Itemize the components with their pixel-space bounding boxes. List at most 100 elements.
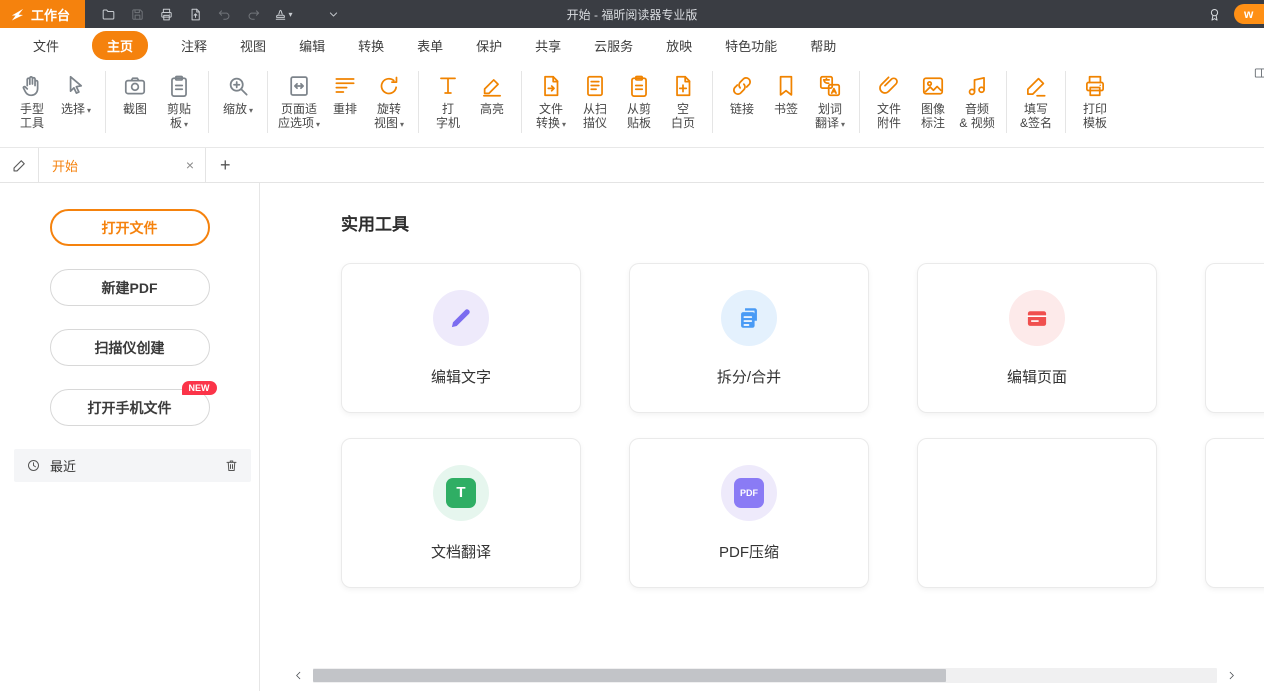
open-file-icon[interactable] — [95, 3, 122, 25]
clear-recent-icon[interactable] — [224, 458, 239, 473]
open-phone-file-button[interactable]: 打开手机文件NEW — [50, 389, 210, 426]
ribbon-separator — [712, 71, 713, 133]
ribbon-rotate-view[interactable]: 旋转视图▾ — [367, 68, 411, 133]
menu-help[interactable]: 帮助 — [810, 36, 836, 55]
ribbon-from-clipboard[interactable]: 从剪贴板 — [617, 68, 661, 131]
scroll-left-icon[interactable] — [292, 669, 305, 682]
from-clipboard-icon — [626, 69, 652, 102]
quick-pen-icon[interactable] — [0, 157, 38, 174]
ribbon-separator — [208, 71, 209, 133]
upgrade-button[interactable]: w — [1234, 4, 1264, 24]
menu-protect[interactable]: 保护 — [476, 36, 502, 55]
ribbon-file-attachment[interactable]: 文件附件 — [867, 68, 911, 131]
menu-features[interactable]: 特色功能 — [725, 36, 777, 55]
tab-label: 开始 — [52, 156, 78, 175]
tool-card-partial[interactable] — [1205, 438, 1264, 588]
split-merge-icon — [721, 290, 777, 346]
clock-icon — [26, 458, 41, 473]
ribbon-label: 文件附件 — [877, 102, 901, 130]
scanner-create-button[interactable]: 扫描仪创建 — [50, 329, 210, 366]
scrollbar-track[interactable] — [313, 668, 1217, 683]
menu-file[interactable]: 文件 — [33, 36, 59, 55]
tool-card-pdf-compress[interactable]: PDFPDF压缩 — [629, 438, 869, 588]
ribbon-clipboard[interactable]: 剪贴板▾ — [157, 68, 201, 133]
recent-files-row[interactable]: 最近 — [14, 449, 251, 482]
workspace-label: 工作台 — [31, 5, 70, 24]
ribbon-select[interactable]: 选择▾ — [54, 68, 98, 119]
tool-card-edit-pages[interactable]: 编辑页面 — [917, 263, 1157, 413]
menu-convert[interactable]: 转换 — [358, 36, 384, 55]
membership-icon[interactable] — [1207, 7, 1222, 22]
tool-card-label: 拆分/合并 — [717, 366, 781, 387]
ribbon-snapshot[interactable]: 截图 — [113, 68, 157, 117]
ribbon-zoom[interactable]: 缩放▾ — [216, 68, 260, 119]
ribbon-label: 重排 — [333, 102, 357, 116]
upgrade-label: w — [1244, 7, 1253, 21]
ribbon-label: 音频& 视频 — [959, 102, 994, 130]
tool-card-partial[interactable] — [917, 438, 1157, 588]
ribbon-print-template[interactable]: 打印模板 — [1073, 68, 1117, 131]
menu-view[interactable]: 视图 — [240, 36, 266, 55]
ribbon-label: 链接 — [730, 102, 754, 116]
foxit-reader-window: 工作台 ▾ 开始 - 福昕阅读器专业版 w 文件主页注释视图编辑转换表单保护共享… — [0, 0, 1264, 691]
ribbon-highlight[interactable]: 高亮 — [470, 68, 514, 117]
ribbon-label: 划词翻译▾ — [815, 102, 845, 132]
panel-icon[interactable] — [1253, 66, 1264, 80]
tools-grid: 编辑文字拆分/合并 编辑页面 WPDF转Word T文档翻译 PDFPDF压缩 — [341, 263, 1264, 588]
stamp-icon[interactable]: ▾ — [269, 3, 296, 25]
new-pdf-button[interactable]: 新建PDF — [50, 269, 210, 306]
ribbon-fill-sign[interactable]: 填写&签名 — [1014, 68, 1058, 131]
ribbon-from-scanner[interactable]: 从扫描仪 — [573, 68, 617, 131]
tool-card-pdf-to-word[interactable]: WPDF转Word — [1205, 263, 1264, 413]
print-template-icon — [1082, 69, 1108, 102]
clipboard-icon — [166, 69, 192, 102]
ribbon-link[interactable]: 链接 — [720, 68, 764, 117]
tab-close-icon[interactable]: × — [186, 158, 194, 172]
scroll-right-icon[interactable] — [1225, 669, 1238, 682]
ribbon-typewriter[interactable]: 打字机 — [426, 68, 470, 131]
pdf-compress-glyph: PDF — [734, 478, 764, 508]
menu-share[interactable]: 共享 — [535, 36, 561, 55]
ribbon-label: 截图 — [123, 102, 147, 116]
print-icon[interactable] — [153, 3, 180, 25]
menu-comment[interactable]: 注释 — [181, 36, 207, 55]
ribbon-label: 打印模板 — [1083, 102, 1107, 130]
menu-edit[interactable]: 编辑 — [299, 36, 325, 55]
edit-pages-icon — [1009, 290, 1065, 346]
ribbon-audio-video[interactable]: 音频& 视频 — [955, 68, 999, 131]
menu-form[interactable]: 表单 — [417, 36, 443, 55]
menu-home[interactable]: 主页 — [92, 31, 148, 60]
ribbon-blank-page[interactable]: 空白页 — [661, 68, 705, 131]
ribbon-image-annotation[interactable]: 图像标注 — [911, 68, 955, 131]
tool-card-label: 编辑页面 — [1007, 366, 1067, 387]
ribbon-convert-file[interactable]: 文件转换▾ — [529, 68, 573, 133]
ribbon-reflow[interactable]: 重排 — [323, 68, 367, 117]
ribbon-separator — [418, 71, 419, 133]
customize-toolbar-icon[interactable] — [320, 3, 347, 25]
tool-card-edit-text[interactable]: 编辑文字 — [341, 263, 581, 413]
ribbon-bookmark[interactable]: 书签 — [764, 68, 808, 117]
ribbon-separator — [1065, 71, 1066, 133]
tool-card-split-merge[interactable]: 拆分/合并 — [629, 263, 869, 413]
scrollbar-thumb[interactable] — [313, 669, 946, 682]
ribbon-hand-tool[interactable]: 手型工具 — [10, 68, 54, 131]
menu-present[interactable]: 放映 — [666, 36, 692, 55]
workspace-button[interactable]: 工作台 — [0, 0, 85, 28]
export-icon[interactable] — [182, 3, 209, 25]
doc-translate-glyph: T — [446, 478, 476, 508]
tab-start[interactable]: 开始 × — [38, 148, 206, 182]
highlight-icon — [479, 69, 505, 102]
ribbon-separator — [105, 71, 106, 133]
ribbon-fit-options[interactable]: 页面适应选项▾ — [275, 68, 323, 133]
toolbar-ribbon: 手型工具选择▾ 截图剪贴板▾ 缩放▾ 页面适应选项▾ 重排 旋转视图▾ 打字机高亮文件转换▾… — [0, 62, 1264, 148]
new-tab-button[interactable]: + — [220, 156, 231, 174]
ribbon-word-translate[interactable]: 划词翻译▾ — [808, 68, 852, 133]
ribbon-label: 旋转视图▾ — [374, 102, 404, 132]
fill-sign-icon — [1023, 69, 1049, 102]
section-title: 实用工具 — [341, 210, 1264, 235]
open-file-button[interactable]: 打开文件 — [50, 209, 210, 246]
menu-cloud[interactable]: 云服务 — [594, 36, 633, 55]
foxit-logo-icon — [10, 7, 25, 22]
titlebar-right: w — [1207, 0, 1264, 28]
tool-card-doc-translate[interactable]: T文档翻译 — [341, 438, 581, 588]
